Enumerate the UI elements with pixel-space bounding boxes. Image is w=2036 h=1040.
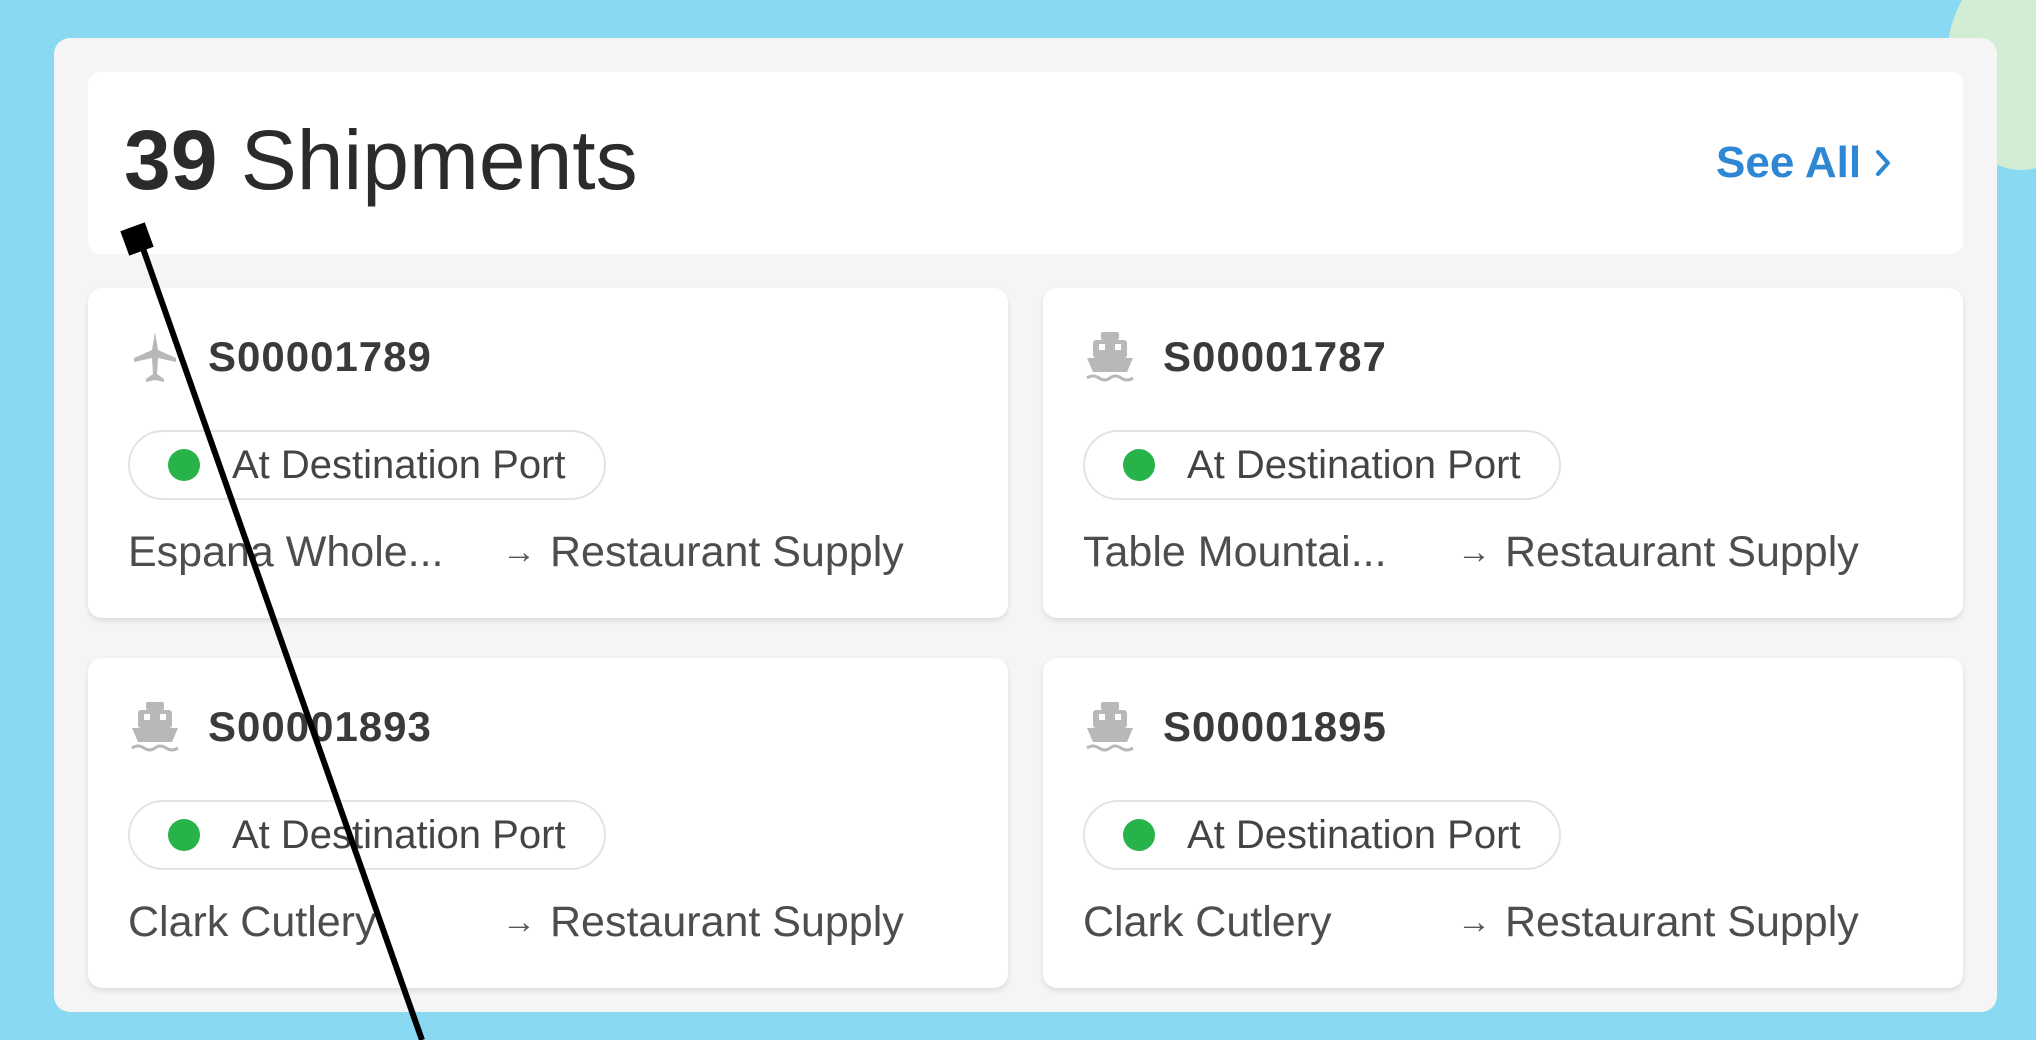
ship-icon (1086, 702, 1134, 752)
status-label: At Destination Port (1187, 812, 1521, 857)
route-origin: Clark Cutlery (1083, 898, 1332, 946)
status-dot (168, 449, 200, 481)
route-destination: Restaurant Supply (550, 898, 904, 946)
status-dot (1123, 819, 1155, 851)
shipment-route: Table Mountai... → Restaurant Supply (1083, 528, 1859, 577)
shipment-card[interactable]: S00001789 At Destination Port Espana Who… (88, 288, 1008, 618)
shipment-id: S00001893 (208, 703, 432, 750)
status-label: At Destination Port (232, 442, 566, 487)
shipment-route: Espana Whole... → Restaurant Supply (128, 528, 904, 577)
route-destination: Restaurant Supply (550, 528, 904, 576)
shipment-id: S00001787 (1163, 333, 1387, 380)
status-dot (168, 819, 200, 851)
arrow-right-icon: → (502, 533, 536, 571)
arrow-right-icon: → (502, 903, 536, 941)
status-dot (1123, 449, 1155, 481)
route-origin: Clark Cutlery (128, 898, 377, 946)
status-badge: At Destination Port (1083, 800, 1561, 870)
shipment-route: Clark Cutlery → Restaurant Supply (128, 898, 904, 947)
route-origin: Espana Whole... (128, 528, 444, 576)
shipment-card[interactable]: S00001787 At Destination Port Table Moun… (1043, 288, 1963, 618)
status-badge: At Destination Port (128, 430, 606, 500)
chevron-right-icon (1876, 150, 1891, 176)
ship-icon (131, 702, 179, 752)
shipment-card[interactable]: S00001895 At Destination Port Clark Cutl… (1043, 658, 1963, 988)
status-label: At Destination Port (232, 812, 566, 857)
shipment-route: Clark Cutlery → Restaurant Supply (1083, 898, 1859, 947)
arrow-right-icon: → (1457, 533, 1491, 571)
see-all-link[interactable]: See All (1716, 138, 1891, 188)
status-label: At Destination Port (1187, 442, 1521, 487)
shipments-panel: 39 Shipments See All S00001789 At Destin… (54, 38, 1997, 1012)
page-title: 39 Shipments (124, 118, 638, 202)
shipment-card[interactable]: S00001893 At Destination Port Clark Cutl… (88, 658, 1008, 988)
plane-icon (134, 332, 176, 382)
shipment-id: S00001895 (1163, 703, 1387, 750)
status-badge: At Destination Port (128, 800, 606, 870)
status-badge: At Destination Port (1083, 430, 1561, 500)
arrow-right-icon: → (1457, 903, 1491, 941)
see-all-label: See All (1716, 138, 1862, 187)
shipment-title-label: Shipments (240, 113, 638, 207)
shipment-count: 39 (124, 113, 218, 207)
route-origin: Table Mountai... (1083, 528, 1387, 576)
route-destination: Restaurant Supply (1505, 898, 1859, 946)
route-destination: Restaurant Supply (1505, 528, 1859, 576)
ship-icon (1086, 332, 1134, 382)
shipment-id: S00001789 (208, 333, 432, 380)
